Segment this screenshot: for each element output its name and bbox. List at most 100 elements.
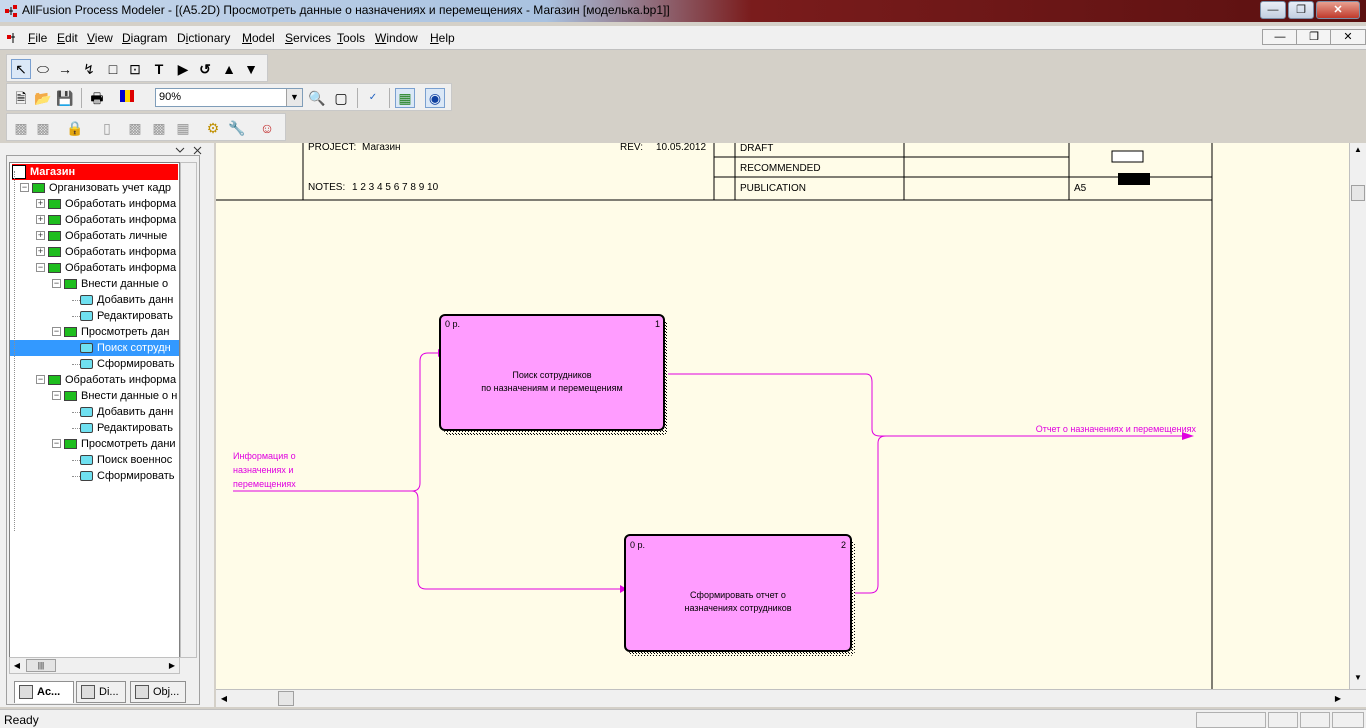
- spell-check-icon[interactable]: ✓: [363, 88, 383, 108]
- close-button[interactable]: ✕: [1316, 1, 1360, 19]
- pointer-tool-icon[interactable]: ↖: [11, 59, 31, 79]
- collapse-icon[interactable]: −: [52, 439, 61, 448]
- tree-item[interactable]: Редактировать: [80, 420, 173, 436]
- standard-toolbar: 🗎 📂 💾 🖶 90% ▼ 🔍 ▢ ✓ ▦ ◉: [6, 83, 452, 111]
- tab-objects[interactable]: Obj...: [130, 681, 186, 703]
- status-pane: [1300, 712, 1330, 728]
- undo-icon[interactable]: ↺: [195, 59, 215, 79]
- tree-item-label: Внести данные о: [81, 278, 169, 290]
- input-arrow-box2[interactable]: [411, 490, 620, 590]
- tree-item[interactable]: Обработать информа: [48, 260, 176, 276]
- collapse-icon[interactable]: −: [20, 183, 29, 192]
- mart-users-icon[interactable]: ⚙: [203, 118, 223, 138]
- leaf-activity-icon: [80, 343, 93, 354]
- expand-icon[interactable]: +: [36, 247, 45, 256]
- zoom-fit-icon[interactable]: ▢: [331, 88, 351, 108]
- open-folder-icon[interactable]: 📂: [33, 88, 53, 108]
- menu-edit[interactable]: Edit: [57, 31, 78, 45]
- scroll-up-icon[interactable]: ▲: [1350, 145, 1366, 157]
- tree-item[interactable]: Обработать информа: [48, 372, 176, 388]
- new-file-icon[interactable]: 🗎: [11, 88, 31, 108]
- text-tool-icon[interactable]: T: [149, 59, 169, 79]
- activity-box-2[interactable]: 0 р. 2 Сформировать отчет о назначениях …: [624, 534, 855, 656]
- scroll-left-icon[interactable]: ◀: [218, 692, 230, 705]
- tree-item[interactable]: Редактировать: [80, 308, 173, 324]
- menu-window[interactable]: Window: [375, 31, 418, 45]
- collapse-icon[interactable]: −: [52, 391, 61, 400]
- tree-item[interactable]: Внести данные о н: [64, 388, 177, 404]
- tree-item[interactable]: Просмотреть дани: [64, 436, 176, 452]
- box-tool-icon[interactable]: □: [103, 59, 123, 79]
- mart-library-icon: ▯: [103, 120, 111, 136]
- tree-item[interactable]: Обработать личные: [48, 228, 167, 244]
- scroll-thumb[interactable]: [278, 691, 294, 706]
- tree-item-label: Сформировать: [97, 470, 175, 482]
- globe-icon[interactable]: ◉: [425, 88, 445, 108]
- collapse-icon[interactable]: −: [36, 375, 45, 384]
- expand-icon[interactable]: +: [36, 215, 45, 224]
- menu-model[interactable]: Model: [242, 31, 275, 45]
- tree-item[interactable]: Обработать информа: [48, 244, 176, 260]
- go-to-sibling-icon[interactable]: ▶: [173, 59, 193, 79]
- tree-item[interactable]: Добавить данн: [80, 404, 173, 420]
- squiggle-tool-icon[interactable]: ↯: [79, 59, 99, 79]
- mdi-restore-button[interactable]: ❐: [1296, 29, 1332, 45]
- tree-item[interactable]: Сформировать: [80, 468, 175, 484]
- collapse-icon[interactable]: −: [36, 263, 45, 272]
- off-page-tool-icon[interactable]: ⊡: [125, 59, 145, 79]
- go-to-child-icon[interactable]: ▼: [241, 59, 261, 79]
- menu-services[interactable]: Services: [285, 31, 331, 45]
- menu-view[interactable]: View: [87, 31, 113, 45]
- tree-horizontal-scrollbar[interactable]: ◀ ||| ▶: [9, 657, 180, 674]
- scroll-thumb[interactable]: |||: [26, 659, 56, 672]
- menu-diagram[interactable]: Diagram: [122, 31, 167, 45]
- tree-item[interactable]: Внести данные о: [64, 276, 168, 292]
- collapse-icon[interactable]: −: [52, 327, 61, 336]
- diagram-canvas[interactable]: PROJECT: Магазин REV: 10.05.2012 NOTES: …: [216, 143, 1349, 689]
- tree-item[interactable]: Организовать учет кадр: [32, 180, 171, 196]
- activity-tree[interactable]: Магазин − Организовать учет кадр + Обработат…: [9, 162, 180, 658]
- scroll-thumb[interactable]: [1351, 185, 1365, 201]
- maximize-button[interactable]: ❐: [1288, 1, 1314, 19]
- scroll-down-icon[interactable]: ▼: [1350, 673, 1366, 685]
- scroll-left-icon[interactable]: ◀: [10, 658, 24, 673]
- menu-file[interactable]: File: [28, 31, 47, 45]
- color-palette-icon[interactable]: [117, 88, 137, 108]
- expand-icon[interactable]: +: [36, 231, 45, 240]
- canvas-vertical-scrollbar[interactable]: ▲ ▼: [1349, 143, 1366, 689]
- go-to-parent-icon[interactable]: ▲: [219, 59, 239, 79]
- menu-help[interactable]: Help: [430, 31, 455, 45]
- activity-box-1[interactable]: 0 р. 1 Поиск сотрудников по назначениям …: [439, 314, 668, 435]
- activity-box-tool-icon[interactable]: ⬭: [33, 59, 53, 79]
- minimize-button[interactable]: —: [1260, 1, 1286, 19]
- chevron-down-icon[interactable]: ▼: [286, 89, 302, 106]
- menu-tools[interactable]: Tools: [337, 31, 365, 45]
- zoom-in-icon[interactable]: 🔍: [307, 88, 327, 108]
- save-icon[interactable]: 💾: [55, 88, 75, 108]
- mdi-minimize-button[interactable]: —: [1262, 29, 1298, 45]
- print-icon[interactable]: 🖶: [87, 88, 107, 108]
- tree-item[interactable]: Поиск сотрудн: [10, 340, 179, 356]
- scroll-right-icon[interactable]: ▶: [165, 658, 179, 673]
- collapse-icon[interactable]: −: [52, 279, 61, 288]
- tree-item[interactable]: Обработать информа: [48, 212, 176, 228]
- zoom-select[interactable]: 90% ▼: [155, 88, 303, 107]
- expand-icon[interactable]: +: [36, 199, 45, 208]
- model-explorer-icon[interactable]: ▦: [395, 88, 415, 108]
- tree-item[interactable]: Обработать информа: [48, 196, 176, 212]
- arrow-tool-icon[interactable]: →: [55, 59, 75, 79]
- tab-activities[interactable]: Ac...: [14, 681, 74, 703]
- tree-item[interactable]: Добавить данн: [80, 292, 173, 308]
- tree-vertical-scrollbar[interactable]: [180, 162, 197, 658]
- tree-item[interactable]: Просмотреть дан: [64, 324, 169, 340]
- tree-item[interactable]: Сформировать: [80, 356, 175, 372]
- people-icon[interactable]: ☺: [257, 118, 277, 138]
- menu-dictionary[interactable]: Dictionary: [177, 31, 230, 45]
- tree-root-magazin[interactable]: Магазин: [12, 164, 178, 180]
- canvas-horizontal-scrollbar[interactable]: ◀ ▶: [216, 689, 1366, 707]
- tree-item[interactable]: Поиск военнос: [80, 452, 172, 468]
- scroll-right-icon[interactable]: ▶: [1332, 692, 1344, 705]
- mdi-close-button[interactable]: ✕: [1330, 29, 1366, 45]
- tab-diagrams[interactable]: Di...: [76, 681, 126, 703]
- tree-guide: [14, 171, 15, 531]
